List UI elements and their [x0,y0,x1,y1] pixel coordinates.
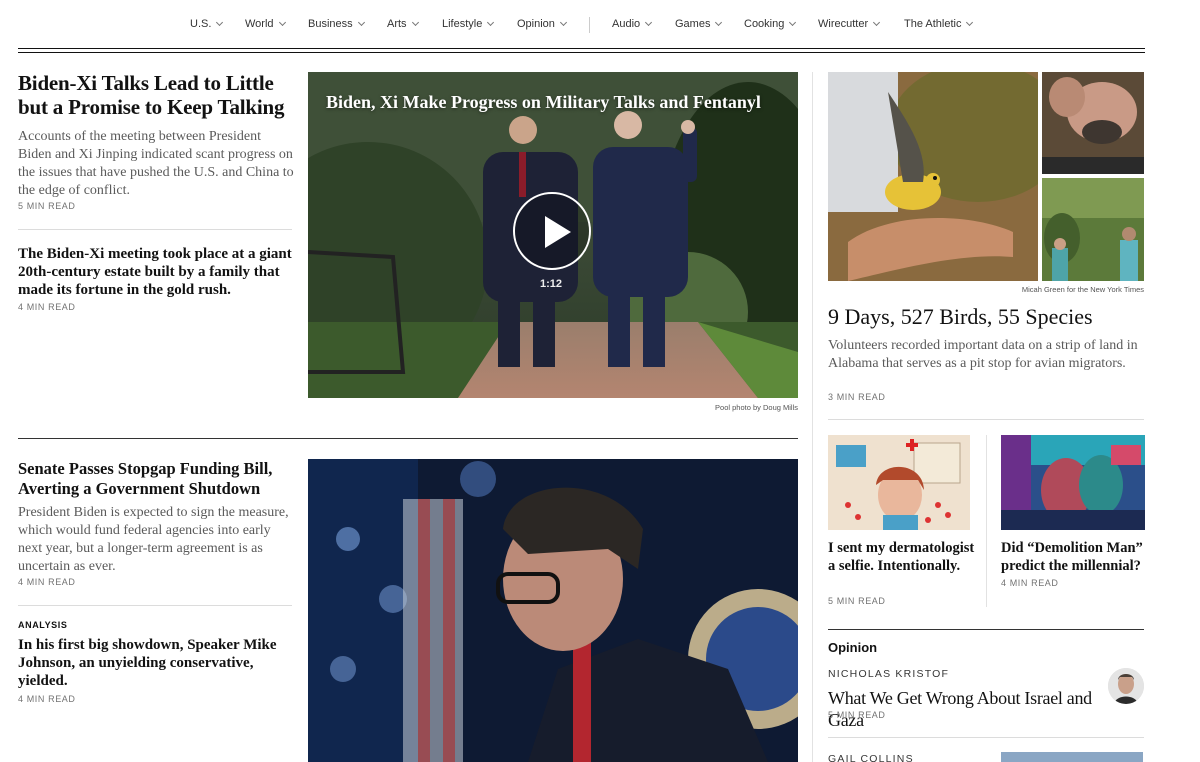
nav-label: Audio [612,18,641,30]
section-nav: U.S. World Business Arts Lifestyle Opini… [0,15,1200,35]
card-headline-demolition-man[interactable]: Did “Demolition Man” predict the millenn… [1001,539,1151,575]
nav-label: Wirecutter [818,18,869,30]
video-duration: 1:12 [540,278,563,290]
chevron-down-icon [645,18,653,27]
section-divider [18,438,798,439]
nav-item-wirecutter[interactable]: Wirecutter [818,18,881,30]
play-icon[interactable] [513,192,591,270]
masthead-rule [18,48,1145,53]
analysis-headline[interactable]: In his first big showdown, Speaker Mike … [18,636,280,690]
chevron-down-icon [715,18,723,27]
birds-photo-volunteers-image [1042,178,1144,281]
nav-item-business[interactable]: Business [308,18,365,30]
opinion-divider [828,629,1144,630]
chevron-down-icon [966,18,974,27]
chevron-down-icon [873,18,881,27]
avatar [1108,668,1144,704]
video-credit: Pool photo by Doug Mills [715,403,798,412]
chevron-down-icon [357,18,365,27]
card-image-dermatologist[interactable] [828,435,970,530]
nav-item-us[interactable]: U.S. [190,18,224,30]
chevron-down-icon [487,18,495,27]
opinion-label[interactable]: Opinion [828,640,877,655]
card-image-demolition-man-image [1001,435,1145,530]
analysis-kicker: ANALYSIS [18,620,68,630]
nav-label: Opinion [517,18,555,30]
chevron-down-icon [789,18,797,27]
nav-divider [589,17,590,33]
chevron-down-icon [559,18,567,27]
birds-photo-main-image [828,72,1038,281]
analysis-readtime: 4 MIN READ [18,694,76,704]
nav-item-world[interactable]: World [245,18,286,30]
birds-readtime: 3 MIN READ [828,392,886,402]
sub-readtime: 4 MIN READ [18,302,76,312]
nav-label: Arts [387,18,407,30]
column-divider [812,72,813,762]
opinion-headline[interactable]: What We Get Wrong About Israel and Gaza [828,687,1108,731]
lead-headline[interactable]: Biden-Xi Talks Lead to Little but a Prom… [18,71,298,119]
sub-headline[interactable]: The Biden-Xi meeting took place at a gia… [18,245,294,299]
lead-readtime: 5 MIN READ [18,201,76,211]
nav-label: Cooking [744,18,785,30]
senate-headline[interactable]: Senate Passes Stopgap Funding Bill, Aver… [18,459,290,499]
nav-label: Games [675,18,711,30]
speaker-photo-image [308,459,798,762]
speaker-photo[interactable] [308,459,798,762]
opinion-image[interactable] [1001,752,1143,762]
birds-photo-volunteers[interactable] [1042,178,1144,281]
opinion-author[interactable]: NICHOLAS KRISTOF [828,668,949,680]
divider [18,229,292,230]
lead-video[interactable]: Biden, Xi Make Progress on Military Talk… [308,72,798,398]
divider [828,419,1144,420]
senate-readtime: 4 MIN READ [18,577,76,587]
divider [18,605,292,606]
nav-item-arts[interactable]: Arts [387,18,419,30]
opinion-readtime: 5 MIN READ [828,710,886,720]
chevron-down-icon [216,18,224,27]
nav-item-audio[interactable]: Audio [612,18,653,30]
nav-label: Business [308,18,353,30]
nav-item-cooking[interactable]: Cooking [744,18,797,30]
senate-summary: President Biden is expected to sign the … [18,505,289,574]
birds-photo-main[interactable] [828,72,1038,281]
nav-label: U.S. [190,18,212,30]
nav-item-games[interactable]: Games [675,18,723,30]
card-readtime: 5 MIN READ [828,596,886,606]
opinion-author[interactable]: GAIL COLLINS [828,753,914,762]
card-readtime: 4 MIN READ [1001,578,1059,588]
chevron-down-icon [278,18,286,27]
divider [828,737,1144,738]
nav-item-opinion[interactable]: Opinion [517,18,567,30]
nav-item-lifestyle[interactable]: Lifestyle [442,18,495,30]
chevron-down-icon [411,18,419,27]
birds-photo-hands[interactable] [1042,72,1144,174]
nav-item-the-athletic[interactable]: The Athletic [904,18,974,30]
video-title: Biden, Xi Make Progress on Military Talk… [326,92,761,112]
card-divider [986,435,987,607]
birds-summary: Volunteers recorded important data on a … [828,338,1138,371]
card-headline-dermatologist[interactable]: I sent my dermatologist a selfie. Intent… [828,539,978,575]
lead-summary: Accounts of the meeting between Presiden… [18,129,294,198]
card-image-dermatologist-image [828,435,970,530]
birds-photo-hands-image [1042,72,1144,174]
nav-label: The Athletic [904,18,962,30]
nav-label: World [245,18,274,30]
birds-headline[interactable]: 9 Days, 527 Birds, 55 Species [828,304,1093,330]
card-image-demolition-man[interactable] [1001,435,1145,530]
nav-label: Lifestyle [442,18,483,30]
birds-credit: Micah Green for the New York Times [1021,285,1144,294]
avatar-image [1108,668,1144,704]
